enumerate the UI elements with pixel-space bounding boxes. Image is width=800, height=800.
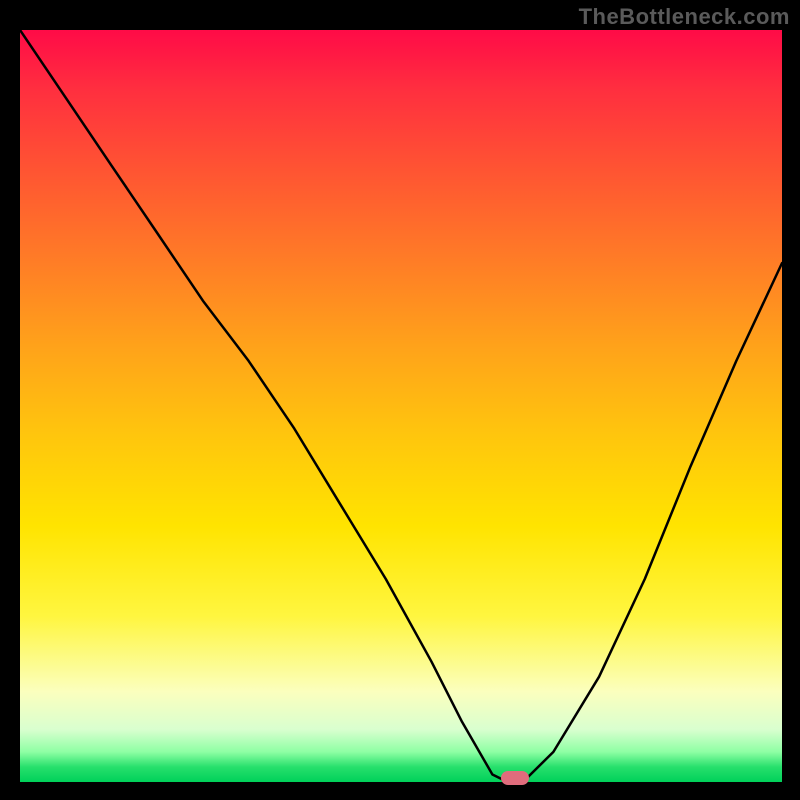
watermark-text: TheBottleneck.com: [579, 4, 790, 30]
bottleneck-curve: [20, 30, 782, 782]
optimum-marker: [501, 771, 529, 785]
chart-frame: TheBottleneck.com: [0, 0, 800, 800]
plot-area: [20, 30, 782, 782]
